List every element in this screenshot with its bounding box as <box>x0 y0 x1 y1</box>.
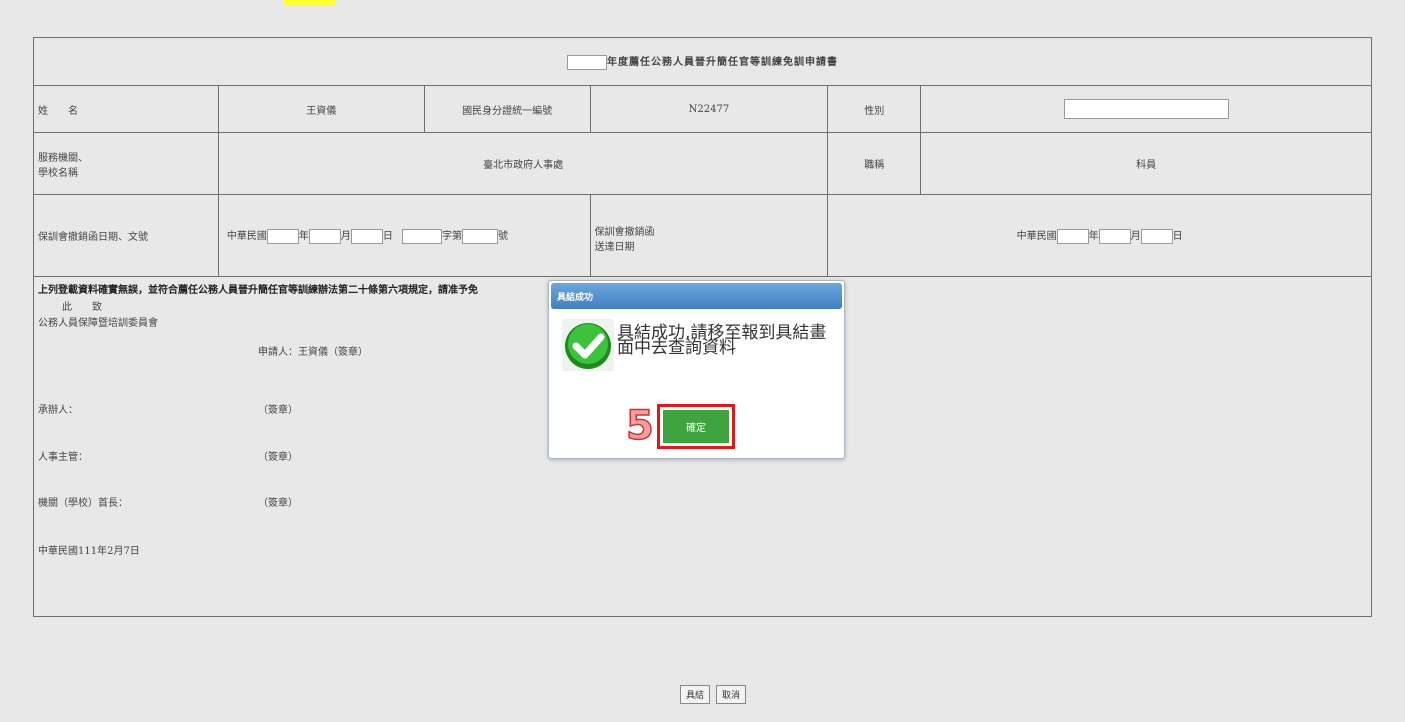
letter-date-fields: 中華民國年月日 字第號 <box>217 194 591 277</box>
letter-date-label: 保訓會撤銷函日期、文號 <box>33 194 219 277</box>
hr-head-line: 人事主管： （簽章） <box>38 452 298 463</box>
id-label: 國民身分證統一編號 <box>423 85 591 133</box>
position-label: 職稱 <box>827 132 922 195</box>
letter-year-input[interactable] <box>266 229 299 244</box>
step-number-annotation: 5 <box>625 403 654 449</box>
delivery-date-fields: 中華民國年月日 <box>827 194 1372 277</box>
form-actions: 具結 取消 <box>680 685 747 704</box>
gender-input[interactable] <box>1063 99 1229 119</box>
handler-line: 承辦人： （簽章） <box>38 405 298 416</box>
ok-button[interactable]: 確定 <box>663 410 729 443</box>
letter-day-input[interactable] <box>350 229 383 244</box>
letter-month-input[interactable] <box>308 229 341 244</box>
check-circle-icon <box>562 319 614 371</box>
submit-button[interactable]: 具結 <box>680 685 711 704</box>
top-highlight-marker <box>284 0 336 6</box>
org-label: 服務機關、 學校名稱 <box>33 132 219 195</box>
org-value: 臺北市政府人事處 <box>217 132 829 195</box>
gender-label: 性別 <box>827 85 922 133</box>
year-input[interactable] <box>567 55 607 70</box>
dialog-message: 具結成功,請移至報到具結畫面中去查詢資料 <box>617 323 827 358</box>
name-value: 王資儀 <box>217 85 425 133</box>
position-value: 科員 <box>920 132 1372 195</box>
letter-number-input[interactable] <box>462 229 499 244</box>
success-dialog: 具結成功 具結成功,請移至報到具結畫面中去查詢資料 5 確定 <box>548 280 845 459</box>
dialog-title: 具結成功 <box>551 283 842 309</box>
delivery-month-input[interactable] <box>1098 229 1131 244</box>
ok-button-highlight: 確定 <box>657 404 735 449</box>
letter-word-input[interactable] <box>402 229 443 244</box>
date-line: 中華民國111年2月7日 <box>38 546 140 557</box>
delivery-label: 保訓會撤銷函 送達日期 <box>589 194 829 277</box>
agency-head-line: 機關（學校）首長： （簽章） <box>38 498 298 509</box>
form-title: 年度薦任公務人員晉升簡任官等訓練免訓申請書 <box>33 37 1372 86</box>
name-label: 姓 名 <box>33 85 219 133</box>
delivery-year-input[interactable] <box>1056 229 1089 244</box>
applicant-line: 申請人：王資儀（簽章） <box>258 347 368 358</box>
delivery-day-input[interactable] <box>1140 229 1173 244</box>
id-value: N22477 <box>589 85 829 133</box>
cancel-button[interactable]: 取消 <box>716 685 747 704</box>
